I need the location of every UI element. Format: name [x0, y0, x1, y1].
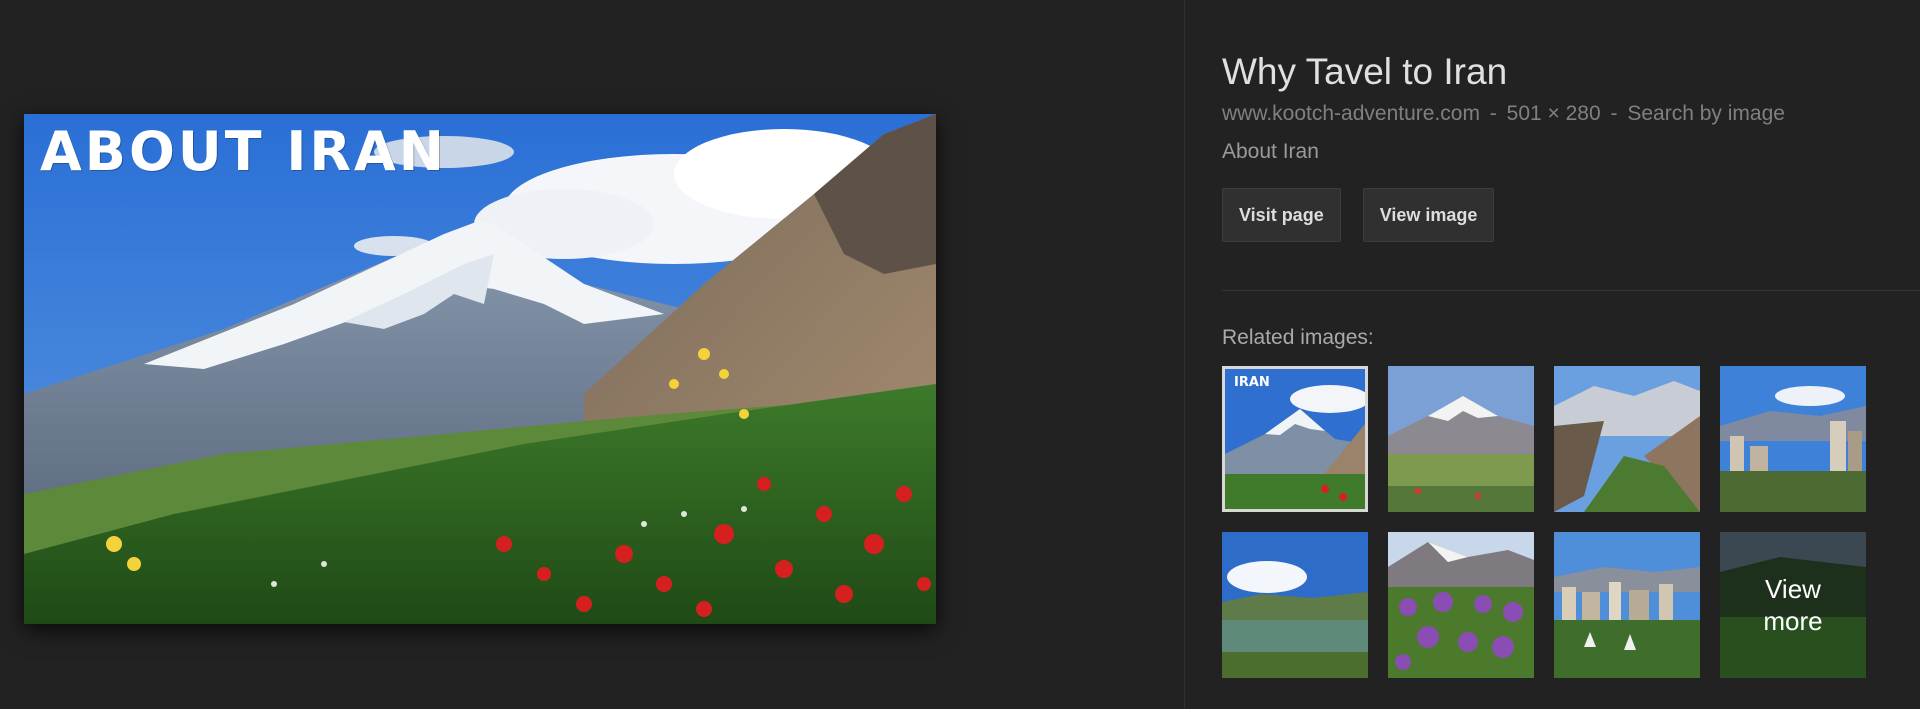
thumb-image: [1388, 366, 1534, 512]
related-thumb[interactable]: [1222, 532, 1368, 678]
image-viewer: ABOUT IRAN Why Tavel to Iran www.kootch-…: [0, 0, 1920, 709]
action-buttons: Visit page View image: [1222, 188, 1912, 242]
view-image-button[interactable]: View image: [1362, 188, 1495, 242]
section-divider: [1222, 290, 1920, 291]
mountain-landscape-image: [24, 114, 936, 624]
preview-caption: ABOUT IRAN: [40, 120, 447, 183]
thumb-image: [1222, 532, 1368, 678]
thumb-image: [1720, 366, 1866, 512]
related-images-label: Related images:: [1222, 326, 1374, 349]
image-title[interactable]: Why Tavel to Iran: [1222, 48, 1912, 96]
image-info-panel: Why Tavel to Iran www.kootch-adventure.c…: [1222, 48, 1912, 242]
related-thumb[interactable]: [1720, 366, 1866, 512]
related-thumb[interactable]: IRAN: [1222, 366, 1368, 512]
related-thumb[interactable]: [1388, 532, 1534, 678]
related-thumb[interactable]: [1554, 532, 1700, 678]
thumb-image: [1388, 532, 1534, 678]
related-images-grid: IRAN View more: [1222, 366, 1866, 678]
search-by-image-link[interactable]: Search by image: [1627, 102, 1785, 125]
related-thumb[interactable]: [1388, 366, 1534, 512]
panel-divider: [1184, 0, 1185, 709]
view-more-thumb[interactable]: View more: [1720, 532, 1866, 678]
image-description: About Iran: [1222, 140, 1319, 163]
visit-page-button[interactable]: Visit page: [1222, 188, 1341, 242]
image-meta: www.kootch-adventure.com - 501 × 280 - S…: [1222, 100, 1912, 128]
image-dimensions: 501 × 280: [1506, 102, 1601, 125]
thumb-image: [1554, 366, 1700, 512]
thumb-image: [1225, 369, 1365, 509]
thumb-image: [1554, 532, 1700, 678]
view-more-label: View more: [1720, 532, 1866, 678]
related-thumb[interactable]: [1554, 366, 1700, 512]
preview-image[interactable]: ABOUT IRAN: [24, 114, 936, 624]
meta-separator: -: [1610, 102, 1618, 125]
source-domain-link[interactable]: www.kootch-adventure.com: [1222, 102, 1480, 125]
meta-separator: -: [1489, 102, 1497, 125]
thumb-caption: IRAN: [1234, 375, 1270, 390]
